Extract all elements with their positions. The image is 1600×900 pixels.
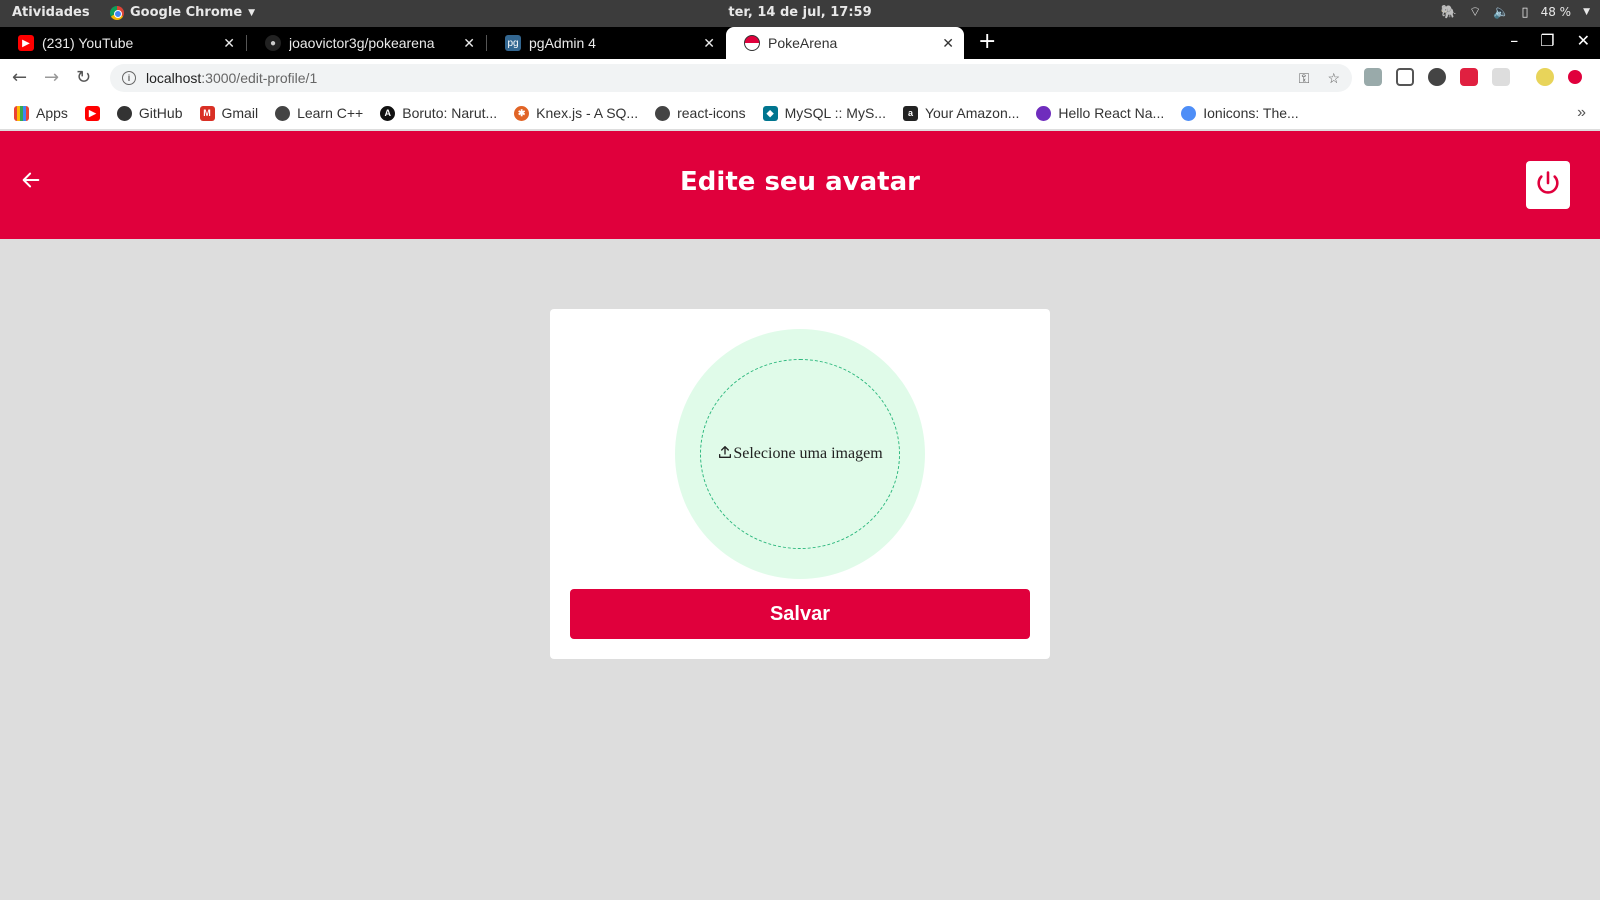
- url-host: localhost: [146, 70, 202, 86]
- volume-icon: 🔈: [1493, 4, 1510, 20]
- battery-icon: ▯: [1521, 4, 1529, 20]
- bookmark-label: Ionicons: The...: [1203, 105, 1299, 121]
- bookmark-label: MySQL :: MyS...: [784, 105, 886, 121]
- close-window-icon[interactable]: ✕: [1577, 31, 1590, 50]
- youtube-icon: ▶: [84, 105, 100, 121]
- gmail-icon: M: [199, 105, 215, 121]
- page-header: Edite seu avatar: [0, 131, 1600, 239]
- bookmark-github[interactable]: GitHub: [116, 105, 183, 121]
- bookmark-amazon[interactable]: a Your Amazon...: [902, 105, 1020, 121]
- globe-icon: [275, 105, 291, 121]
- github-icon: [116, 105, 132, 121]
- close-icon[interactable]: ✕: [703, 35, 715, 52]
- tab-title: joaovictor3g/pokearena: [289, 35, 435, 51]
- mysql-icon: ◆: [762, 105, 778, 121]
- power-icon: [1534, 169, 1562, 201]
- system-tray[interactable]: 🐘 ⌔ 🔈 ▯ 48 % ▼: [1441, 4, 1590, 21]
- new-tab-button[interactable]: +: [978, 29, 996, 54]
- extension-icon[interactable]: [1460, 68, 1478, 86]
- extension-icon[interactable]: [1492, 68, 1510, 86]
- close-icon[interactable]: ✕: [223, 35, 235, 52]
- extension-icon[interactable]: [1396, 68, 1414, 86]
- close-icon[interactable]: ✕: [942, 35, 954, 52]
- browser-toolbar: ← → ↻ i localhost :3000/edit-profile/1 ⚿…: [0, 59, 1600, 97]
- upload-prompt[interactable]: Selecione uma imagem: [717, 444, 883, 465]
- key-icon[interactable]: ⚿: [1299, 70, 1310, 87]
- tab-title: pgAdmin 4: [529, 35, 596, 51]
- upload-icon: [717, 444, 733, 465]
- bookmark-label: react-icons: [677, 105, 746, 121]
- bookmark-youtube[interactable]: ▶: [84, 105, 100, 121]
- tab-title: (231) YouTube: [42, 35, 134, 51]
- battery-level: 48 %: [1540, 5, 1572, 19]
- restore-icon[interactable]: ❐: [1540, 31, 1554, 50]
- star-icon[interactable]: ☆: [1327, 70, 1340, 87]
- system-clock[interactable]: ter, 14 de jul, 17:59: [0, 5, 1600, 20]
- address-bar[interactable]: i localhost :3000/edit-profile/1 ⚿ ☆: [110, 64, 1352, 92]
- wifi-icon: ⌔: [1469, 5, 1482, 20]
- chevron-right-icon[interactable]: »: [1577, 104, 1586, 122]
- bookmark-gmail[interactable]: M Gmail: [199, 105, 259, 121]
- avatar-card: Selecione uma imagem Salvar: [550, 309, 1050, 659]
- back-icon[interactable]: ←: [12, 67, 27, 88]
- ionicons-icon: [1181, 105, 1197, 121]
- youtube-icon: ▶: [18, 35, 34, 51]
- bookmark-label: Hello React Na...: [1058, 105, 1165, 121]
- expo-icon: [1036, 105, 1052, 121]
- close-icon[interactable]: ✕: [463, 35, 475, 52]
- bookmarks-bar: Apps ▶ GitHub M Gmail Learn C++ A Boruto…: [0, 97, 1600, 130]
- system-top-bar: Atividades Google Chrome ▼ ter, 14 de ju…: [0, 0, 1600, 27]
- page-content: Edite seu avatar Selecione uma imagem Sa…: [0, 131, 1600, 900]
- bookmark-label: Boruto: Narut...: [402, 105, 498, 121]
- avatar-dropzone[interactable]: Selecione uma imagem: [675, 329, 925, 579]
- pgadmin-tray-icon[interactable]: 🐘: [1441, 5, 1457, 20]
- extension-icon[interactable]: [1364, 68, 1382, 86]
- url-path: :3000/edit-profile/1: [201, 70, 318, 86]
- bookmark-label: Your Amazon...: [924, 105, 1020, 121]
- knex-icon: ✱: [514, 105, 530, 121]
- bookmark-mysql[interactable]: ◆ MySQL :: MyS...: [762, 105, 886, 121]
- bookmark-label: Gmail: [221, 105, 259, 121]
- info-icon[interactable]: i: [122, 71, 136, 85]
- avatar-dropzone-border: Selecione uma imagem: [700, 359, 900, 549]
- tab-youtube[interactable]: ▶ (231) YouTube ✕: [0, 27, 245, 59]
- bookmark-label: Knex.js - A SQ...: [536, 105, 639, 121]
- logout-button[interactable]: [1526, 161, 1570, 209]
- save-button[interactable]: Salvar: [570, 589, 1030, 639]
- bookmark-apps[interactable]: Apps: [14, 105, 68, 121]
- window-controls: – ❐ ✕: [1510, 31, 1590, 50]
- extension-icon[interactable]: [1428, 68, 1446, 86]
- tab-github[interactable]: ● joaovictor3g/pokearena ✕: [247, 27, 485, 59]
- bookmark-react-icons[interactable]: react-icons: [655, 105, 746, 121]
- pokeball-icon: [744, 35, 760, 51]
- forward-icon[interactable]: →: [44, 67, 59, 88]
- globe-icon: [655, 105, 671, 121]
- upload-label: Selecione uma imagem: [733, 445, 883, 462]
- bookmark-label: GitHub: [138, 105, 183, 121]
- caret-down-icon: ▼: [1583, 7, 1590, 17]
- minimize-icon[interactable]: –: [1510, 31, 1518, 50]
- tab-title: PokeArena: [768, 35, 838, 51]
- bookmark-react-native[interactable]: Hello React Na...: [1036, 105, 1164, 121]
- tab-pokearena[interactable]: PokeArena ✕: [726, 27, 964, 59]
- update-icon[interactable]: [1568, 70, 1582, 84]
- anime-icon: A: [380, 105, 396, 121]
- bookmark-learn-cpp[interactable]: Learn C++: [275, 105, 363, 121]
- pgadmin-icon: pg: [505, 35, 521, 51]
- bookmark-label: Apps: [36, 105, 68, 121]
- bookmark-label: Learn C++: [297, 105, 364, 121]
- bookmark-knex[interactable]: ✱ Knex.js - A SQ...: [514, 105, 638, 121]
- tab-strip: ▶ (231) YouTube ✕ ● joaovictor3g/pokeare…: [0, 27, 1600, 59]
- apps-icon: [14, 105, 29, 121]
- bookmark-boruto[interactable]: A Boruto: Narut...: [380, 105, 497, 121]
- amazon-icon: a: [902, 105, 918, 121]
- bookmark-ionicons[interactable]: Ionicons: The...: [1181, 105, 1299, 121]
- tab-pgadmin[interactable]: pg pgAdmin 4 ✕: [487, 27, 725, 59]
- reload-icon[interactable]: ↻: [76, 67, 91, 88]
- page-title: Edite seu avatar: [680, 167, 920, 197]
- github-icon: ●: [265, 35, 281, 51]
- profile-avatar[interactable]: [1536, 68, 1554, 86]
